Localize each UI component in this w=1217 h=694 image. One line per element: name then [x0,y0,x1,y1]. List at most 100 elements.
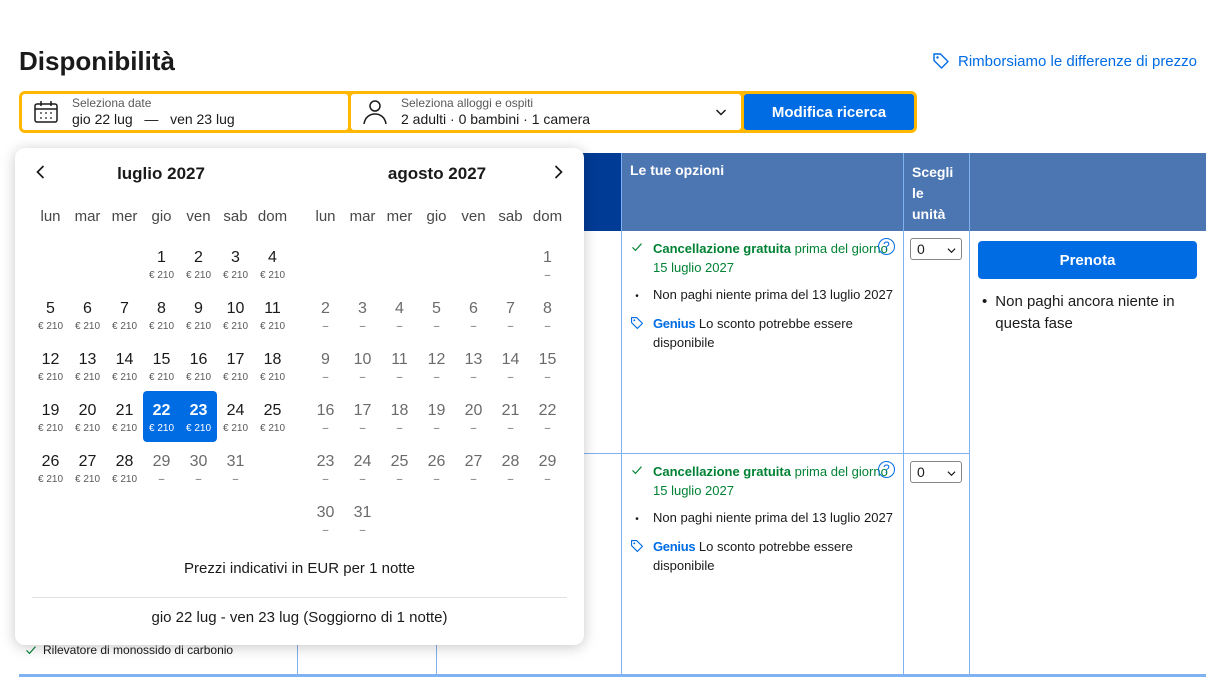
day-price: € 210 [185,372,212,383]
calendar-day[interactable]: 14 – [492,340,529,391]
calendar-day[interactable]: 20 – [455,391,492,442]
calendar-day[interactable]: 11 – [381,340,418,391]
day-price: € 210 [185,321,212,332]
chevron-down-icon [715,109,727,116]
book-button[interactable]: Prenota [978,241,1197,279]
calendar-day[interactable]: 28 – [492,442,529,493]
calendar-day[interactable]: 27 € 210 [69,442,106,493]
calendar-day[interactable]: 3 € 210 [217,238,254,289]
modify-search-button[interactable]: Modifica ricerca [744,94,914,130]
guests-field[interactable]: Seleziona alloggi e ospiti 2 adulti · 0 … [351,94,741,130]
calendar-day[interactable]: 12 – [418,340,455,391]
calendar-day[interactable]: 31 – [217,442,254,493]
day-price: – [322,372,329,383]
weekday-label: mer [386,208,413,225]
calendar-day[interactable]: 3– [344,289,381,340]
calendar-day[interactable]: 7 € 210 [106,289,143,340]
calendar-day[interactable]: 17 € 210 [217,340,254,391]
calendar-day[interactable]: 10 € 210 [217,289,254,340]
calendar-day[interactable]: 7– [492,289,529,340]
calendar-day[interactable]: 13 € 210 [69,340,106,391]
calendar-day[interactable]: 16 € 210 [180,340,217,391]
calendar-day[interactable]: 22 € 210 [143,391,180,442]
stay-summary: gio 22 lug - ven 23 lug (Soggiorno di 1 … [151,609,448,626]
calendar-day[interactable]: 1– [529,238,566,289]
calendar-day[interactable]: 13 – [455,340,492,391]
calendar-day[interactable]: 5 € 210 [32,289,69,340]
calendar-day[interactable]: 6– [455,289,492,340]
units-select[interactable]: 0 [910,461,962,483]
day-price: € 210 [74,372,101,383]
calendar-day[interactable]: 4– [381,289,418,340]
price-refund-link[interactable]: Rimborsiamo le differenze di prezzo [932,52,1197,70]
calendar-day[interactable]: 29 – [529,442,566,493]
calendar-day[interactable]: 24 € 210 [217,391,254,442]
day-price: – [158,474,165,485]
calendar-day[interactable]: 9 € 210 [180,289,217,340]
day-number: 31 [226,453,245,470]
day-number: 30 [189,453,208,470]
calendar-day[interactable]: 16 – [307,391,344,442]
calendar-day[interactable]: 4 € 210 [254,238,291,289]
day-price: – [507,372,514,383]
calendar-day[interactable]: 28 € 210 [106,442,143,493]
calendar-day[interactable]: 23 – [307,442,344,493]
day-number: 9 [321,351,330,368]
calendar-day[interactable]: 18 € 210 [254,340,291,391]
calendar-day[interactable]: 27 – [455,442,492,493]
day-price: – [544,423,551,434]
calendar-day[interactable]: 25 € 210 [254,391,291,442]
calendar-day[interactable]: 19 – [418,391,455,442]
day-price: € 210 [111,372,138,383]
calendar-day[interactable]: 12 € 210 [32,340,69,391]
calendar-day[interactable]: 8 € 210 [143,289,180,340]
calendar-day[interactable]: 1 € 210 [143,238,180,289]
calendar-day[interactable]: 31 – [344,493,381,544]
day-number: 20 [78,402,97,419]
calendar-day[interactable]: 18 – [381,391,418,442]
date-picker-field[interactable]: Seleziona date gio 22 lug — ven 23 lug [22,94,348,130]
calendar-day[interactable]: 8– [529,289,566,340]
day-number: 23 [189,402,208,419]
price-note: Prezzi indicativi in EUR per 1 notte [184,560,415,577]
calendar-day[interactable]: 19 € 210 [32,391,69,442]
help-icon[interactable]: ? [878,461,895,478]
help-icon[interactable]: ? [878,238,895,255]
calendar-day[interactable]: 26 € 210 [32,442,69,493]
day-price: – [322,423,329,434]
day-number: 23 [316,453,335,470]
calendar-day[interactable]: 22 – [529,391,566,442]
day-number: 6 [469,300,478,317]
calendar-day[interactable]: 30 – [307,493,344,544]
calendar-day[interactable]: 23 € 210 [180,391,217,442]
day-number: 19 [41,402,60,419]
calendar-day[interactable]: 5– [418,289,455,340]
table-header-units: Scegli le unità [903,153,969,231]
calendar-day[interactable]: 25 – [381,442,418,493]
calendar-day[interactable]: 14 € 210 [106,340,143,391]
day-price: – [507,423,514,434]
calendar-day[interactable]: 15 € 210 [143,340,180,391]
calendar-day[interactable]: 24 – [344,442,381,493]
calendar-day[interactable]: 29 – [143,442,180,493]
day-price: € 210 [148,372,175,383]
calendar-day[interactable]: 26 – [418,442,455,493]
calendar-day[interactable]: 6 € 210 [69,289,106,340]
calendar-day[interactable]: 15 – [529,340,566,391]
calendar-day[interactable]: 11 € 210 [254,289,291,340]
calendar-day[interactable]: 21 € 210 [106,391,143,442]
calendar-day[interactable]: 9– [307,340,344,391]
calendar-day[interactable]: 30 – [180,442,217,493]
day-price: € 210 [259,372,286,383]
calendar-day[interactable]: 17 – [344,391,381,442]
calendar-day[interactable]: 2 € 210 [180,238,217,289]
calendar-day[interactable]: 2– [307,289,344,340]
day-number: 14 [501,351,520,368]
calendar-empty-cell [69,238,106,289]
calendar-day[interactable]: 21 – [492,391,529,442]
guests-field-label: Seleziona alloggi e ospiti [401,96,534,110]
calendar-empty-cell [254,442,291,493]
calendar-day[interactable]: 10 – [344,340,381,391]
calendar-day[interactable]: 20 € 210 [69,391,106,442]
units-select[interactable]: 0 [910,238,962,260]
